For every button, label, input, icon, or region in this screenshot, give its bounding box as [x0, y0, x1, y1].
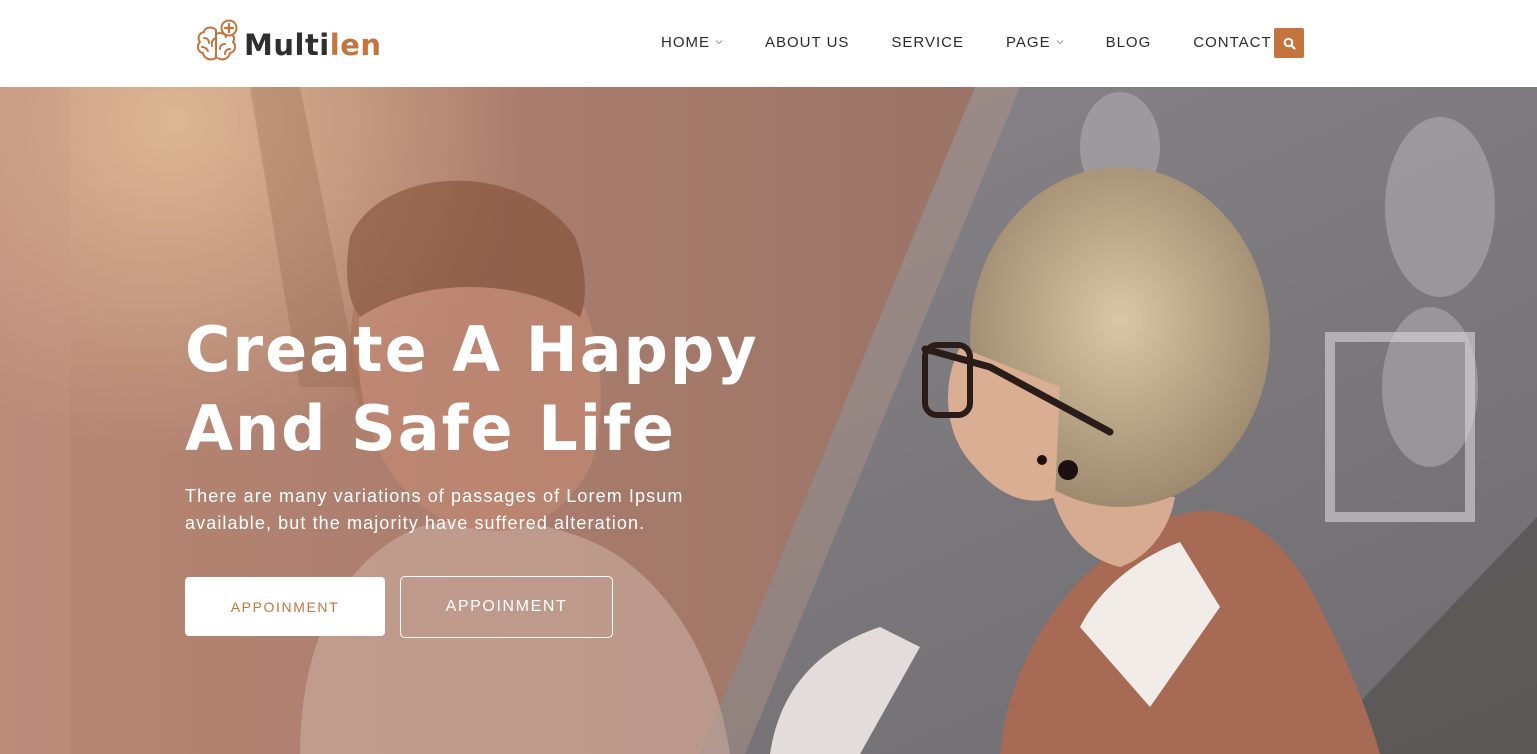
- nav-item-label: PAGE: [1006, 33, 1051, 51]
- nav-item-label: HOME: [661, 33, 710, 51]
- nav-item-service[interactable]: SERVICE: [870, 34, 985, 51]
- hero-subtitle: There are many variations of passages of…: [185, 483, 785, 537]
- nav-item-home[interactable]: HOME: [640, 34, 744, 51]
- search-button[interactable]: [1274, 28, 1304, 58]
- logo[interactable]: Multilen: [192, 18, 382, 68]
- brand-name: Multilen: [244, 28, 382, 62]
- chevron-down-icon: [715, 38, 723, 46]
- nav-item-about[interactable]: ABOUT US: [744, 34, 870, 51]
- chevron-down-icon: [1056, 38, 1064, 46]
- hero-subtitle-line-2: available, but the majority have suffere…: [185, 513, 646, 533]
- hero-title-line-2: And Safe Life: [185, 392, 676, 465]
- site-header: Multilen HOME ABOUT US SERVICE PAGE BLOG…: [0, 0, 1537, 87]
- appointment-button-outline[interactable]: APPOINMENT: [400, 576, 613, 638]
- hero-subtitle-line-1: There are many variations of passages of…: [185, 486, 684, 506]
- nav-item-label: CONTACT: [1193, 33, 1272, 51]
- appointment-button-primary[interactable]: APPOINMENT: [185, 577, 385, 636]
- nav-item-blog[interactable]: BLOG: [1085, 34, 1173, 51]
- brand-name-accent: len: [329, 28, 382, 62]
- brain-medical-icon: [196, 19, 238, 61]
- nav-item-label: BLOG: [1105, 33, 1152, 51]
- nav-item-label: SERVICE: [891, 33, 964, 51]
- main-nav: HOME ABOUT US SERVICE PAGE BLOG CONTACT: [640, 27, 1293, 57]
- nav-item-page[interactable]: PAGE: [985, 34, 1085, 51]
- search-icon: [1283, 37, 1296, 50]
- hero-title-line-1: Create A Happy: [185, 313, 759, 386]
- hero-section: Create A Happy And Safe Life There are m…: [0, 87, 1537, 754]
- nav-item-label: ABOUT US: [765, 33, 850, 51]
- brand-name-main: Multi: [244, 28, 330, 62]
- hero-title: Create A Happy And Safe Life: [185, 310, 885, 468]
